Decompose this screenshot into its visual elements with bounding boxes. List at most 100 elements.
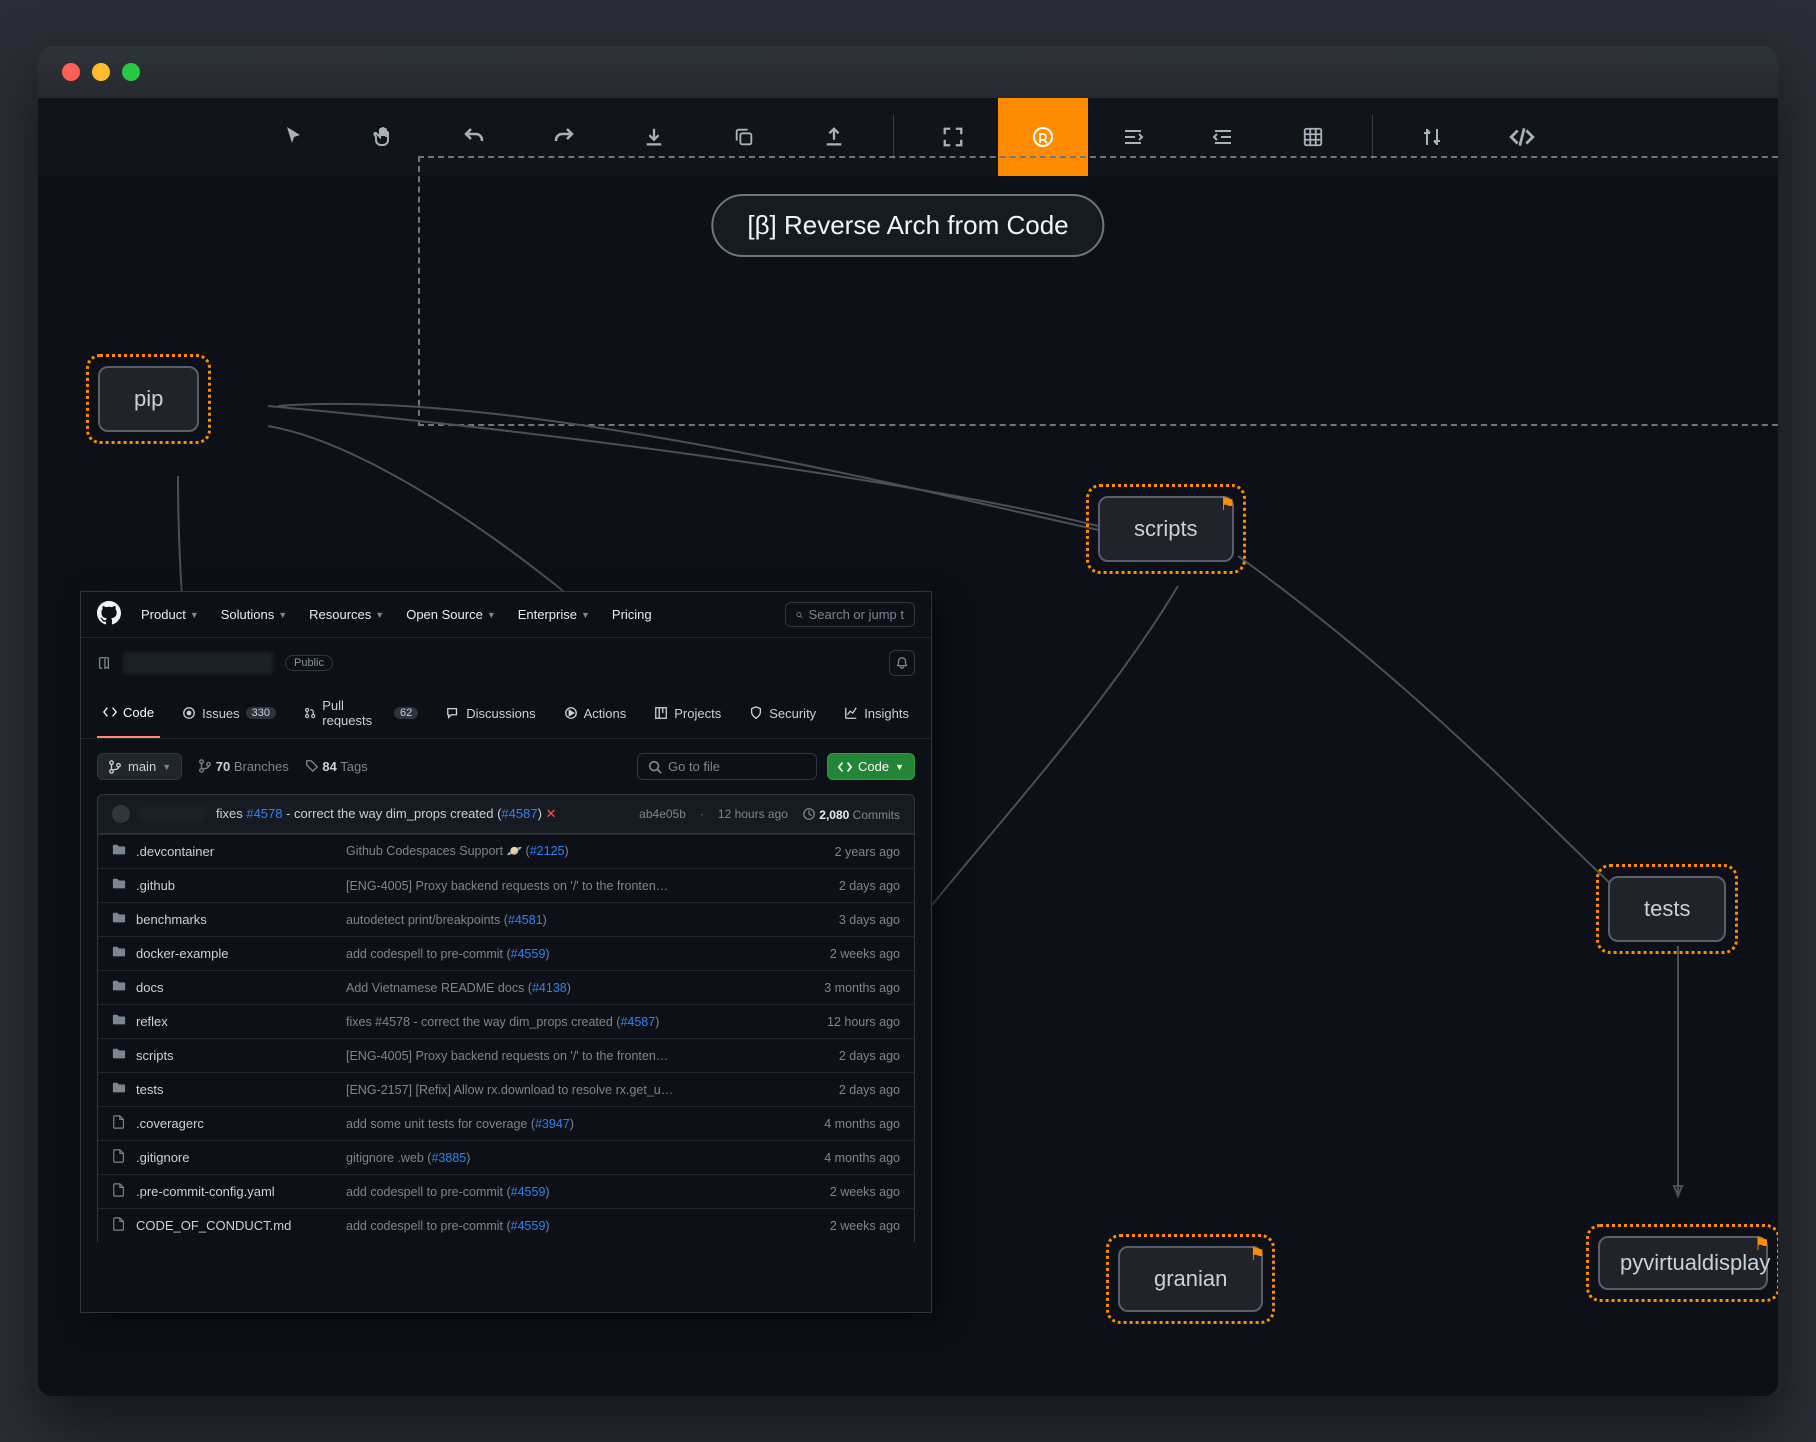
file-name[interactable]: docker-example [136, 946, 336, 961]
repo-name-redacted [123, 652, 273, 674]
folder-icon [112, 979, 126, 996]
file-updated-ago: 4 months ago [810, 1117, 900, 1131]
nav-pricing[interactable]: Pricing [612, 607, 652, 622]
notifications-button[interactable] [889, 650, 915, 676]
commit-message[interactable]: fixes #4578 - correct the way dim_props … [216, 806, 556, 822]
file-name[interactable]: .pre-commit-config.yaml [136, 1184, 336, 1199]
branch-icon [198, 759, 212, 773]
graph-node-pyvirtualdisplay[interactable]: pyvirtualdisplay⚑ [1598, 1236, 1768, 1290]
repo-icon [97, 656, 111, 670]
github-repo-header: Public [81, 638, 931, 688]
file-icon [112, 1183, 126, 1200]
tab-pull-requests[interactable]: Pull requests62 [298, 688, 424, 738]
pointer-tool[interactable] [249, 98, 339, 176]
nav-open-source[interactable]: Open Source▼ [406, 607, 496, 622]
flag-icon: ⚑ [1754, 1234, 1770, 1255]
file-row[interactable]: CODE_OF_CONDUCT.md add codespell to pre-c… [98, 1208, 914, 1242]
nav-resources[interactable]: Resources▼ [309, 607, 384, 622]
code-icon [838, 760, 852, 774]
tab-actions[interactable]: Actions [558, 688, 633, 738]
file-commit-message[interactable]: [ENG-2157] [Refix] Allow rx.download to … [346, 1083, 800, 1097]
file-name[interactable]: docs [136, 980, 336, 995]
minimize-window-button[interactable] [92, 63, 110, 81]
file-row[interactable]: .coveragerc add some unit tests for cover… [98, 1106, 914, 1140]
ci-fail-icon: ✕ [546, 806, 557, 821]
file-name[interactable]: tests [136, 1082, 336, 1097]
folder-icon [112, 911, 126, 928]
file-updated-ago: 2 weeks ago [810, 947, 900, 961]
file-row[interactable]: reflex fixes #4578 - correct the way dim_… [98, 1004, 914, 1038]
file-updated-ago: 2 years ago [810, 845, 900, 859]
file-commit-message[interactable]: [ENG-4005] Proxy backend requests on '/'… [346, 1049, 800, 1063]
file-commit-message[interactable]: gitignore .web (#3885) [346, 1151, 800, 1165]
history-icon [802, 807, 816, 821]
file-row[interactable]: .github [ENG-4005] Proxy backend requests… [98, 868, 914, 902]
file-name[interactable]: reflex [136, 1014, 336, 1029]
issues-icon [182, 706, 196, 720]
code-button[interactable]: Code▼ [827, 753, 915, 780]
file-row[interactable]: .gitignore gitignore .web (#3885) 4 months… [98, 1140, 914, 1174]
tab-discussions[interactable]: Discussions [440, 688, 541, 738]
branches-link[interactable]: 70 Branches [198, 759, 289, 774]
file-name[interactable]: CODE_OF_CONDUCT.md [136, 1218, 336, 1233]
tab-issues[interactable]: Issues330 [176, 688, 282, 738]
nav-enterprise[interactable]: Enterprise▼ [518, 607, 590, 622]
nav-product[interactable]: Product▼ [141, 607, 199, 622]
file-icon [112, 1115, 126, 1132]
file-name[interactable]: scripts [136, 1048, 336, 1063]
branch-selector[interactable]: main▼ [97, 753, 182, 780]
file-commit-message[interactable]: autodetect print/breakpoints (#4581) [346, 913, 800, 927]
file-updated-ago: 2 days ago [810, 1049, 900, 1063]
tag-icon [305, 759, 319, 773]
commit-sha[interactable]: ab4e05b [639, 807, 686, 822]
tags-link[interactable]: 84 Tags [305, 759, 368, 774]
file-row[interactable]: tests [ENG-2157] [Refix] Allow rx.downloa… [98, 1072, 914, 1106]
file-row[interactable]: scripts [ENG-4005] Proxy backend requests… [98, 1038, 914, 1072]
node-label: scripts [1134, 516, 1198, 541]
file-name[interactable]: .github [136, 878, 336, 893]
file-updated-ago: 4 months ago [810, 1151, 900, 1165]
file-row[interactable]: docsAdd Vietnamese README docs (#4138)3 … [98, 970, 914, 1004]
pan-tool[interactable] [339, 98, 429, 176]
file-name[interactable]: .coveragerc [136, 1116, 336, 1131]
file-updated-ago: 2 weeks ago [810, 1219, 900, 1233]
file-commit-message[interactable]: add codespell to pre-commit (#4559) [346, 1219, 800, 1233]
tab-insights[interactable]: Insights [838, 688, 915, 738]
file-name[interactable]: .devcontainer [136, 844, 336, 859]
file-commit-message[interactable]: [ENG-4005] Proxy backend requests on '/'… [346, 879, 800, 893]
file-row[interactable]: .pre-commit-config.yaml add codespell to … [98, 1174, 914, 1208]
file-commit-message[interactable]: Add Vietnamese README docs (#4138) [346, 981, 800, 995]
file-name[interactable]: benchmarks [136, 912, 336, 927]
github-logo-icon[interactable] [97, 601, 121, 628]
file-row[interactable]: .devcontainer Github Codespaces Support 🪐… [98, 834, 914, 868]
folder-icon [112, 1013, 126, 1030]
file-commit-message[interactable]: add codespell to pre-commit (#4559) [346, 947, 800, 961]
nav-solutions[interactable]: Solutions▼ [221, 607, 287, 622]
github-header: Product▼ Solutions▼ Resources▼ Open Sour… [81, 592, 931, 638]
toolbar-separator [893, 115, 894, 159]
graph-node-granian[interactable]: granian⚑ [1118, 1246, 1263, 1312]
graph-node-pip[interactable]: pip [98, 366, 199, 432]
file-row[interactable]: benchmarks autodetect print/breakpoints (… [98, 902, 914, 936]
file-row[interactable]: docker-example add codespell to pre-commi… [98, 936, 914, 970]
projects-icon [654, 706, 668, 720]
file-commit-message[interactable]: add some unit tests for coverage (#3947) [346, 1117, 800, 1131]
file-name[interactable]: .gitignore [136, 1150, 336, 1165]
github-overlay-window: Product▼ Solutions▼ Resources▼ Open Sour… [80, 591, 932, 1313]
tab-projects[interactable]: Projects [648, 688, 727, 738]
go-to-file[interactable]: Go to file [637, 753, 817, 780]
folder-icon [112, 1047, 126, 1064]
maximize-window-button[interactable] [122, 63, 140, 81]
github-nav: Product▼ Solutions▼ Resources▼ Open Sour… [141, 607, 652, 622]
close-window-button[interactable] [62, 63, 80, 81]
tab-security[interactable]: Security [743, 688, 822, 738]
github-search[interactable]: Search or jump t [785, 602, 915, 627]
file-commit-message[interactable]: Github Codespaces Support 🪐 (#2125) [346, 844, 800, 859]
file-commit-message[interactable]: fixes #4578 - correct the way dim_props … [346, 1015, 800, 1029]
tab-code[interactable]: Code [97, 688, 160, 738]
graph-node-tests[interactable]: tests [1608, 876, 1726, 942]
graph-node-scripts[interactable]: scripts⚑ [1098, 496, 1234, 562]
latest-commit-bar: fixes #4578 - correct the way dim_props … [97, 794, 915, 834]
commits-count[interactable]: 2,080 Commits [802, 807, 900, 822]
file-commit-message[interactable]: add codespell to pre-commit (#4559) [346, 1185, 800, 1199]
